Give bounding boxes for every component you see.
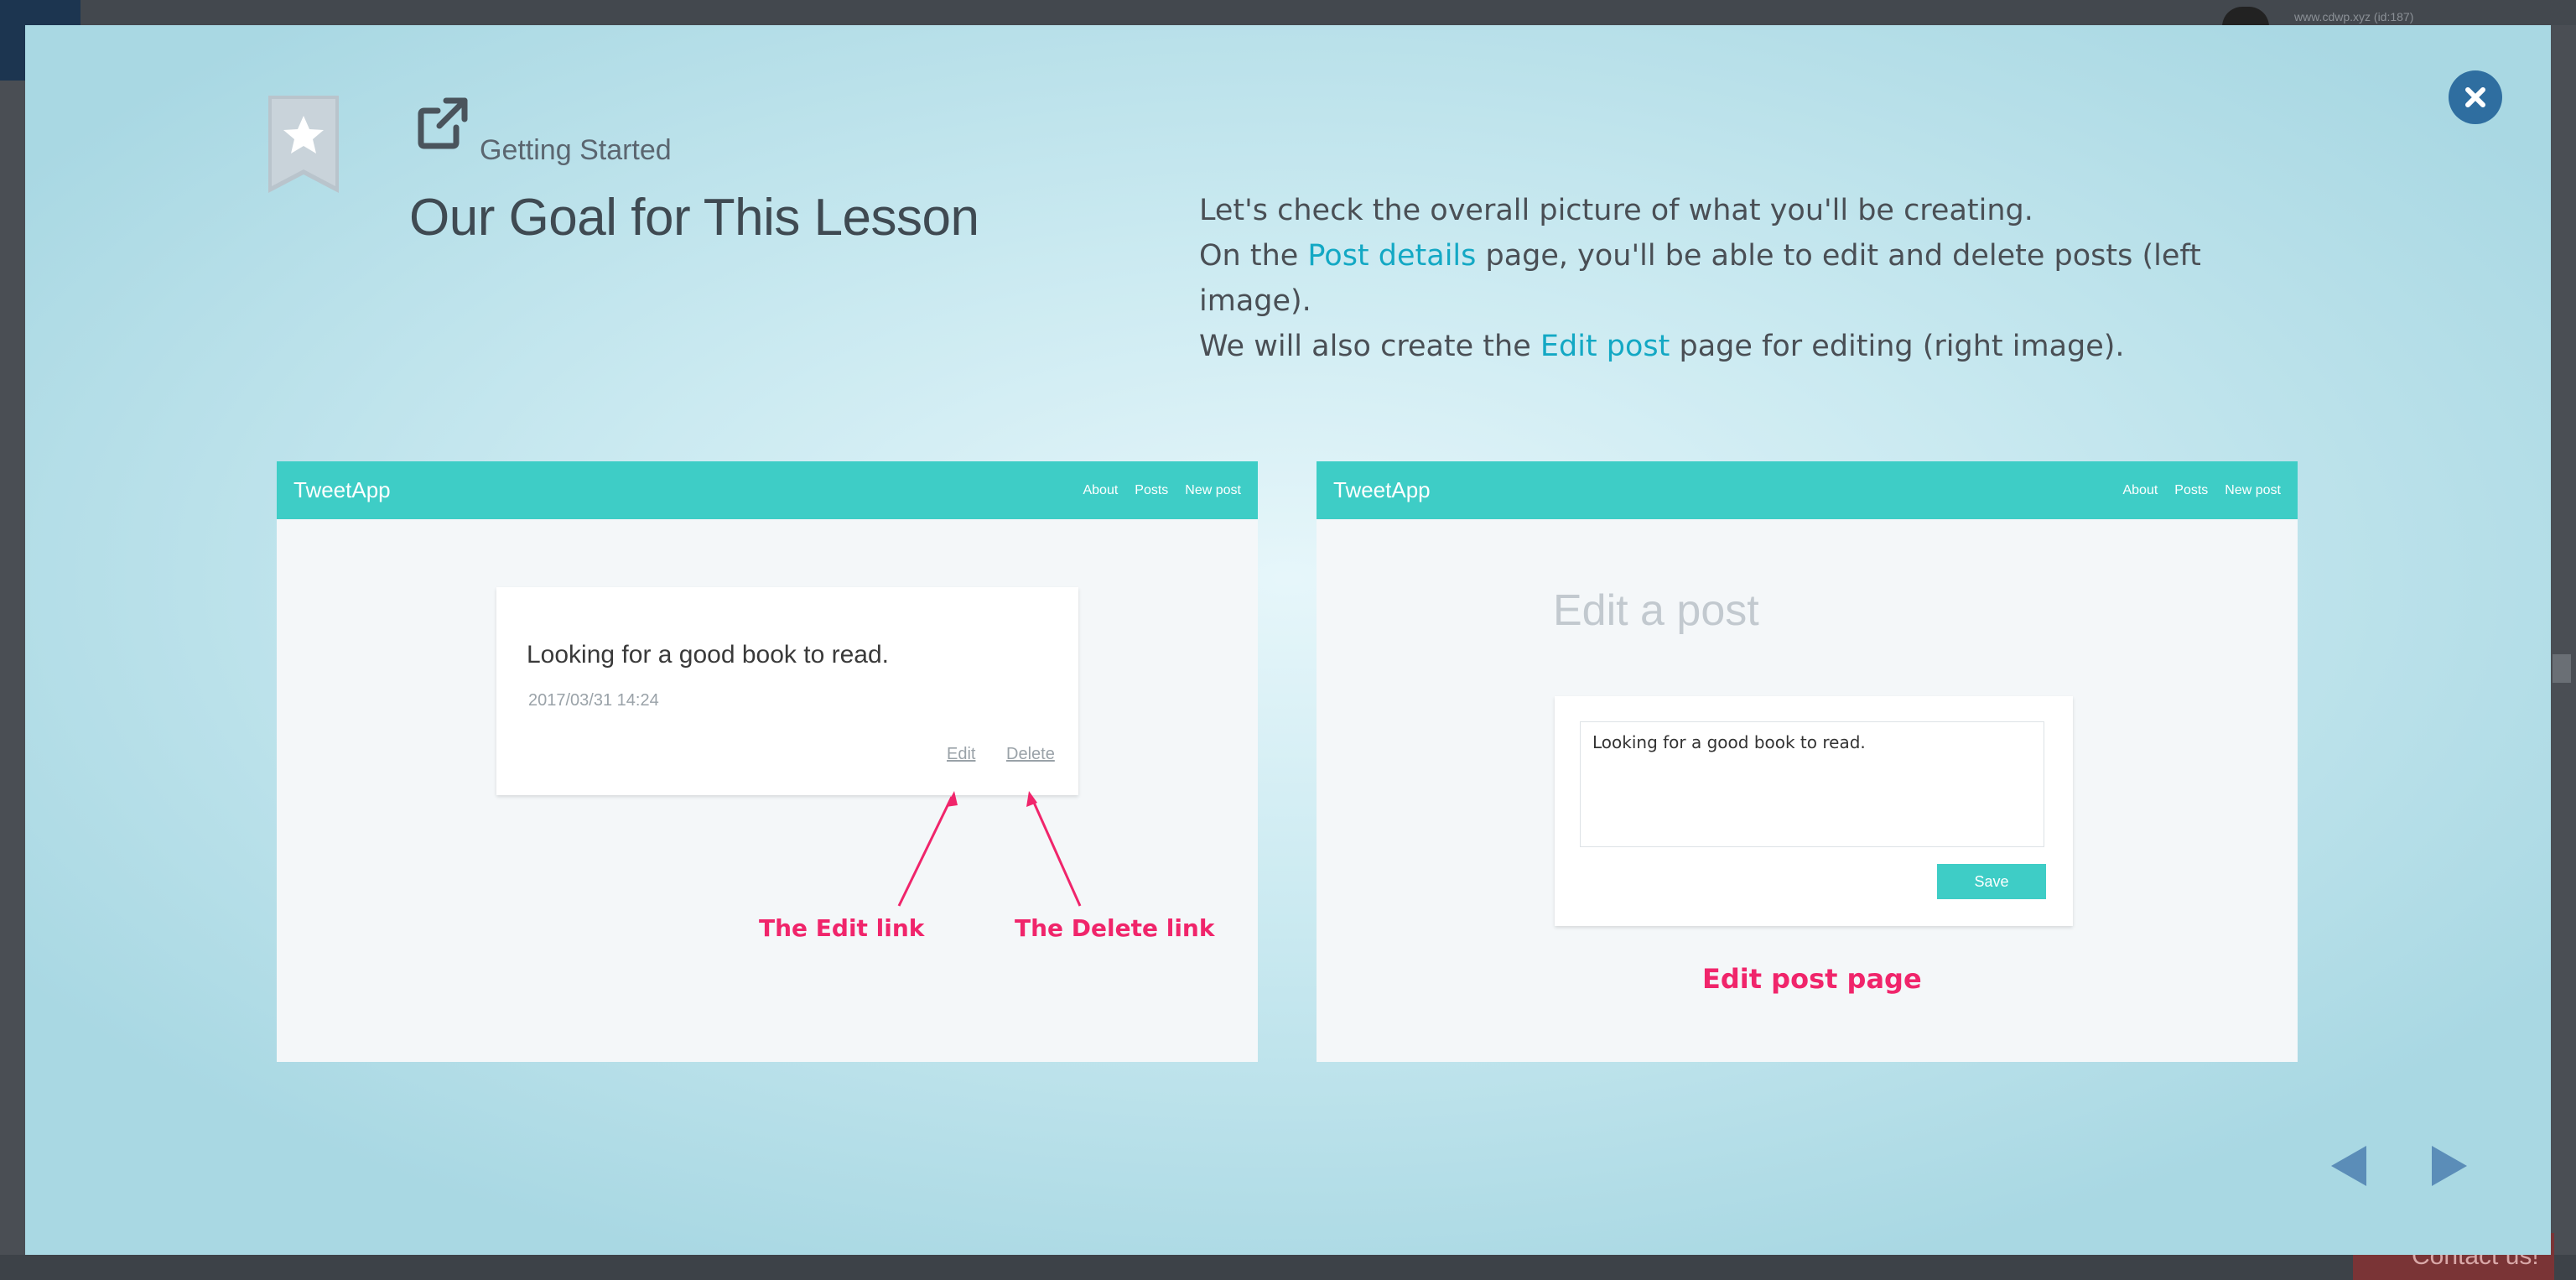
edit-post-heading: Edit a post	[1553, 586, 1759, 635]
lesson-modal: Getting Started Our Goal for This Lesson…	[25, 25, 2551, 1255]
annotation-arrows	[897, 791, 1082, 907]
delete-link-annotation: The Delete link	[1015, 914, 1215, 942]
star-bookmark-icon	[268, 96, 339, 193]
edit-post-preview: TweetApp About Posts New post Edit a pos…	[1317, 461, 2298, 1062]
preview-navbar: TweetApp About Posts New post	[1317, 461, 2298, 519]
close-icon	[2465, 87, 2485, 107]
post-textarea: Looking for a good book to read.	[1580, 721, 2044, 847]
post-details-highlight: Post details	[1307, 239, 1477, 273]
nav-about: About	[2122, 483, 2158, 497]
save-button: Save	[1937, 864, 2046, 899]
description-text: page for editing (right image).	[1670, 330, 2125, 363]
close-button[interactable]	[2449, 70, 2502, 124]
next-slide-button[interactable]	[2428, 1141, 2470, 1191]
description-text: We will also create the	[1199, 330, 1540, 363]
nav-posts: Posts	[2174, 483, 2209, 497]
triangle-right-icon	[2432, 1146, 2467, 1186]
preview-brand: TweetApp	[1333, 477, 1431, 502]
edit-post-highlight: Edit post	[1540, 330, 1670, 363]
description-line-1: Let's check the overall picture of what …	[1199, 194, 2033, 227]
lesson-category: Getting Started	[480, 134, 672, 166]
description-line-3: We will also create the Edit post page f…	[1199, 324, 2289, 369]
background-topbar	[0, 0, 2576, 25]
preview-nav: About Posts New post	[2122, 461, 2281, 519]
description-text: On the	[1199, 239, 1308, 273]
page-title: Our Goal for This Lesson	[409, 189, 979, 247]
edit-post-page-annotation: Edit post page	[1702, 963, 1922, 995]
lesson-description: Let's check the overall picture of what …	[1199, 188, 2289, 369]
previous-slide-button[interactable]	[2328, 1141, 2370, 1191]
background-user-id: www.cdwp.xyz (id:187)	[2294, 10, 2414, 23]
external-link-icon	[418, 97, 468, 149]
description-line-2: On the Post details page, you'll be able…	[1199, 233, 2289, 324]
triangle-left-icon	[2331, 1146, 2366, 1186]
edit-link-annotation: The Edit link	[759, 914, 925, 942]
nav-new-post: New post	[2225, 483, 2281, 497]
post-details-preview: TweetApp About Posts New post Looking fo…	[277, 461, 1258, 1062]
background-footer	[0, 1255, 2576, 1280]
background-scrollbar	[2553, 654, 2571, 683]
